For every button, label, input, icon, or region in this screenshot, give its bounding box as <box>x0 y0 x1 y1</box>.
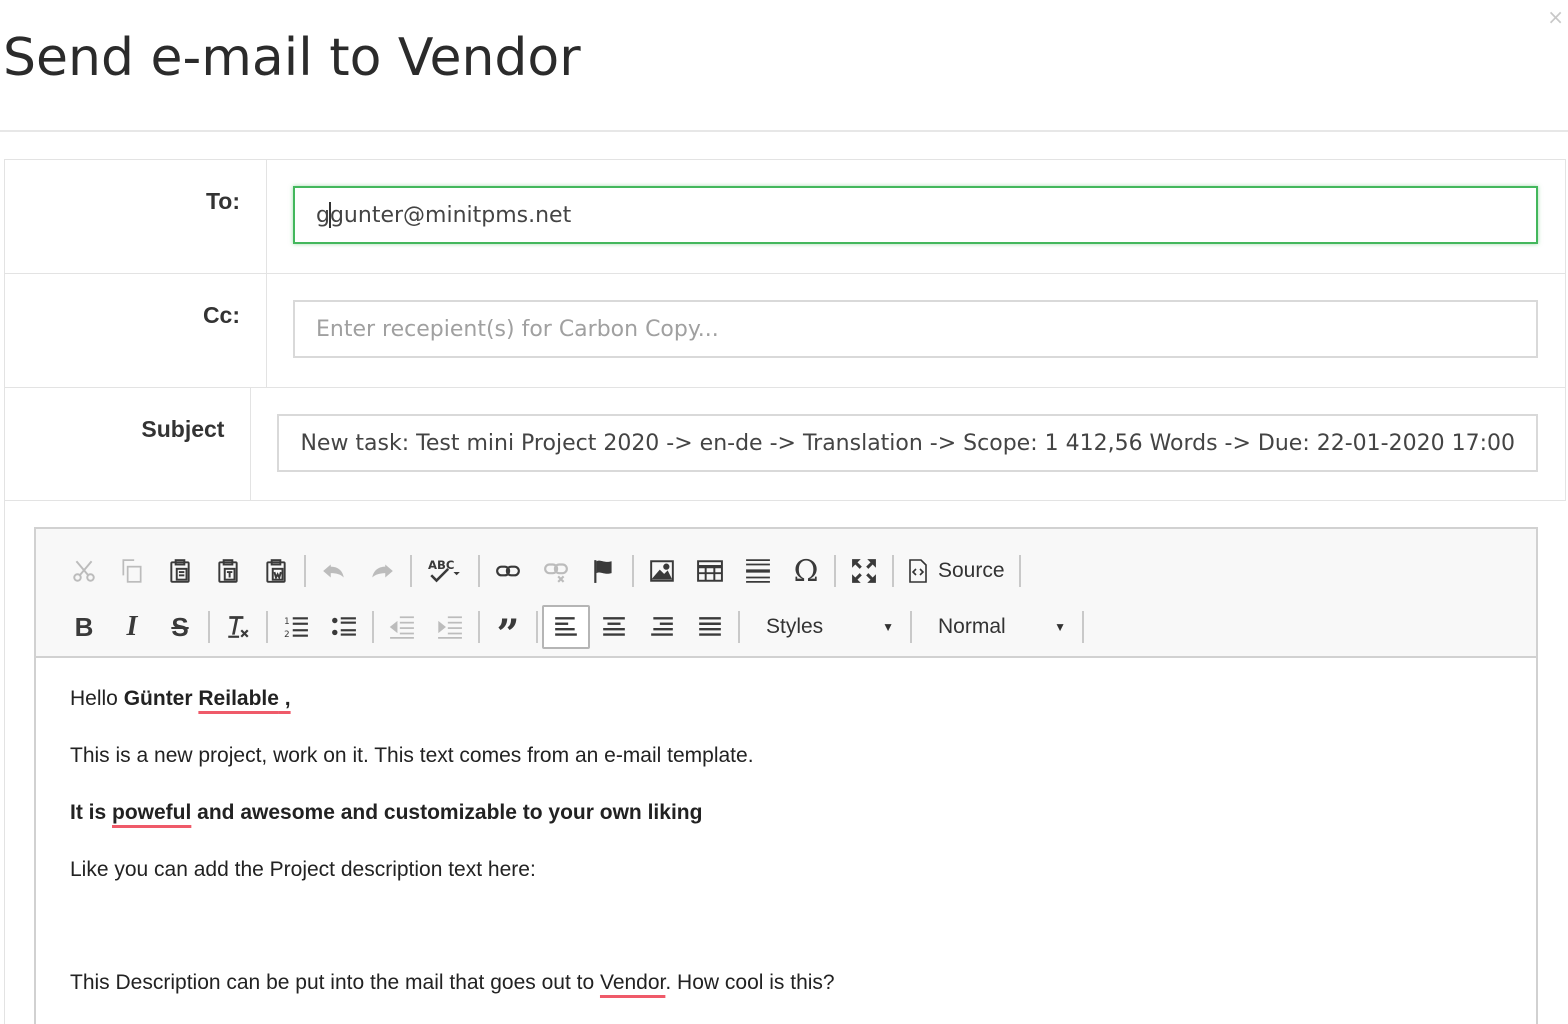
align-center-icon[interactable] <box>590 605 638 649</box>
source-button[interactable]: Source <box>898 549 1015 593</box>
image-icon[interactable] <box>638 549 686 593</box>
bulleted-list-icon[interactable] <box>320 605 368 649</box>
to-label: To: <box>5 160 267 273</box>
toolbar-separator <box>834 555 836 587</box>
paste-word-icon[interactable] <box>252 549 300 593</box>
align-left-icon[interactable] <box>542 605 590 649</box>
body-line-2: It is poweful and awesome and customizab… <box>70 798 1536 855</box>
justify-icon[interactable] <box>686 605 734 649</box>
styles-dropdown[interactable]: Styles ▼ <box>744 605 906 649</box>
editor-toolbar: ABC Ω Source B I S 1 2 ” Styles ▼ Normal… <box>36 529 1536 658</box>
greeting-suffix: , <box>278 687 291 710</box>
toolbar-separator <box>372 611 374 643</box>
indent-icon[interactable] <box>426 605 474 649</box>
to-field-cell: g gunter@minitpms.net <box>267 160 1565 273</box>
format-dropdown[interactable]: Normal ▼ <box>916 605 1078 649</box>
greeting-prefix: Hello <box>70 687 124 710</box>
chevron-down-icon: ▼ <box>882 620 894 634</box>
format-label: Normal <box>938 615 1006 638</box>
line2-part-c: and awesome and customizable to your own… <box>191 801 703 824</box>
styles-label: Styles <box>766 615 824 638</box>
link-icon[interactable] <box>484 549 532 593</box>
cc-row: Cc: Enter recepient(s) for Carbon Copy..… <box>5 274 1565 388</box>
toolbar-separator <box>536 611 538 643</box>
numbered-list-icon[interactable]: 12 <box>272 605 320 649</box>
recipient-last-name-text: Reilable <box>198 687 279 710</box>
maximize-icon[interactable] <box>840 549 888 593</box>
email-form: To: g gunter@minitpms.net Cc: Enter recep… <box>4 159 1566 501</box>
body-line-1: This is a new project, work on it. This … <box>70 744 754 767</box>
toolbar-row-1: ABC Ω Source <box>60 543 1536 599</box>
toolbar-separator <box>410 555 412 587</box>
modal-header: Send e-mail to Vendor <box>0 0 1568 132</box>
strike-icon[interactable]: S <box>156 605 204 649</box>
toolbar-row-2: B I S 12 ” Styles ▼ Normal ▼ <box>60 599 1536 655</box>
body-line-3: Like you can add the Project description… <box>70 858 536 881</box>
greeting-line: Hello Günter Reilable , <box>70 684 1536 741</box>
subject-row: Subject New task: Test mini Project 2020… <box>5 388 1565 501</box>
editor-content[interactable]: Hello Günter Reilable , This is a new pr… <box>36 658 1536 1024</box>
modal-title: Send e-mail to Vendor <box>3 28 581 88</box>
subject-label: Subject <box>5 388 252 500</box>
table-icon[interactable] <box>686 549 734 593</box>
line4-part-a: This Description can be put into the mai… <box>70 971 600 994</box>
special-char-icon[interactable]: Ω <box>782 549 830 593</box>
source-icon <box>909 559 927 583</box>
paste-icon[interactable] <box>156 549 204 593</box>
spellcheck-icon[interactable]: ABC <box>416 549 474 593</box>
recipient-last-name: Reilable , <box>198 687 290 710</box>
toolbar-separator <box>892 555 894 587</box>
to-value-prefix: g <box>316 202 330 228</box>
cc-label: Cc: <box>5 274 267 387</box>
copy-icon[interactable] <box>108 549 156 593</box>
horizontal-rule-icon[interactable] <box>734 549 782 593</box>
to-input[interactable]: g gunter@minitpms.net <box>293 186 1538 244</box>
to-value-rest: gunter@minitpms.net <box>329 202 572 228</box>
toolbar-separator <box>208 611 210 643</box>
align-right-icon[interactable] <box>638 605 686 649</box>
toolbar-separator <box>478 555 480 587</box>
toolbar-separator <box>266 611 268 643</box>
toolbar-separator <box>632 555 634 587</box>
line4-part-c: . How cool is this? <box>665 971 835 994</box>
body-line-4: This Description can be put into the mai… <box>70 968 1536 1024</box>
recipient-first-name: Günter <box>123 687 193 710</box>
italic-icon[interactable]: I <box>108 605 156 649</box>
rich-text-editor: ABC Ω Source B I S 1 2 ” Styles ▼ Normal… <box>34 527 1538 1024</box>
undo-icon[interactable] <box>310 549 358 593</box>
chevron-down-icon: ▼ <box>1054 620 1066 634</box>
toolbar-separator <box>1082 611 1084 643</box>
blockquote-icon[interactable]: ” <box>484 605 532 655</box>
line4-vendor-word: Vendor <box>599 971 666 994</box>
toolbar-separator <box>910 611 912 643</box>
paste-text-icon[interactable] <box>204 549 252 593</box>
cc-field-cell: Enter recepient(s) for Carbon Copy... <box>267 274 1565 387</box>
svg-text:ABC: ABC <box>428 558 454 572</box>
svg-text:2: 2 <box>284 630 290 640</box>
line2-misspelled-word: poweful <box>112 801 192 824</box>
line2-part-a: It is <box>70 801 113 824</box>
anchor-icon[interactable] <box>580 549 628 593</box>
toolbar-separator <box>1018 555 1021 587</box>
remove-format-icon[interactable] <box>214 605 262 649</box>
subject-input[interactable]: New task: Test mini Project 2020 -> en-d… <box>277 414 1538 472</box>
to-row: To: g gunter@minitpms.net <box>5 160 1565 274</box>
redo-icon[interactable] <box>358 549 406 593</box>
outdent-icon[interactable] <box>378 605 426 649</box>
editor-cell: ABC Ω Source B I S 1 2 ” Styles ▼ Normal… <box>4 500 1566 1024</box>
subject-field-cell: New task: Test mini Project 2020 -> en-d… <box>251 388 1565 500</box>
toolbar-separator <box>738 611 740 643</box>
toolbar-separator <box>304 555 306 587</box>
svg-text:1: 1 <box>284 617 290 627</box>
cc-input[interactable]: Enter recepient(s) for Carbon Copy... <box>293 300 1538 358</box>
cut-icon[interactable] <box>60 549 108 593</box>
source-label: Source <box>938 559 1005 582</box>
bold-icon[interactable]: B <box>60 605 108 649</box>
toolbar-separator <box>478 611 480 643</box>
unlink-icon[interactable] <box>532 549 580 593</box>
